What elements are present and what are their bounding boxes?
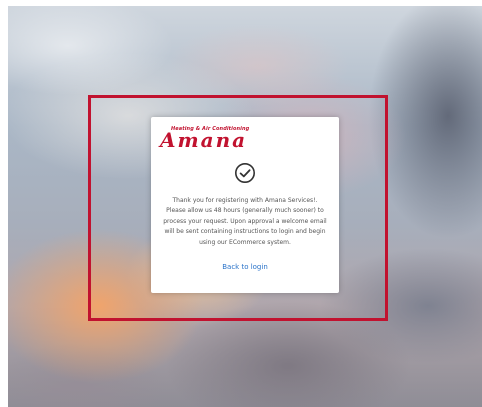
logo-wordmark: Amana: [160, 128, 248, 152]
back-to-login-link[interactable]: Back to login: [151, 263, 339, 271]
confirmation-card: Heating & Air Conditioning Amana Thank y…: [151, 117, 339, 293]
registration-confirmation-page: Heating & Air Conditioning Amana Thank y…: [0, 0, 482, 407]
amana-logo: Heating & Air Conditioning Amana: [160, 125, 256, 151]
confirmation-message: Thank you for registering with Amana Ser…: [163, 197, 327, 246]
check-circle-icon: [235, 163, 255, 183]
